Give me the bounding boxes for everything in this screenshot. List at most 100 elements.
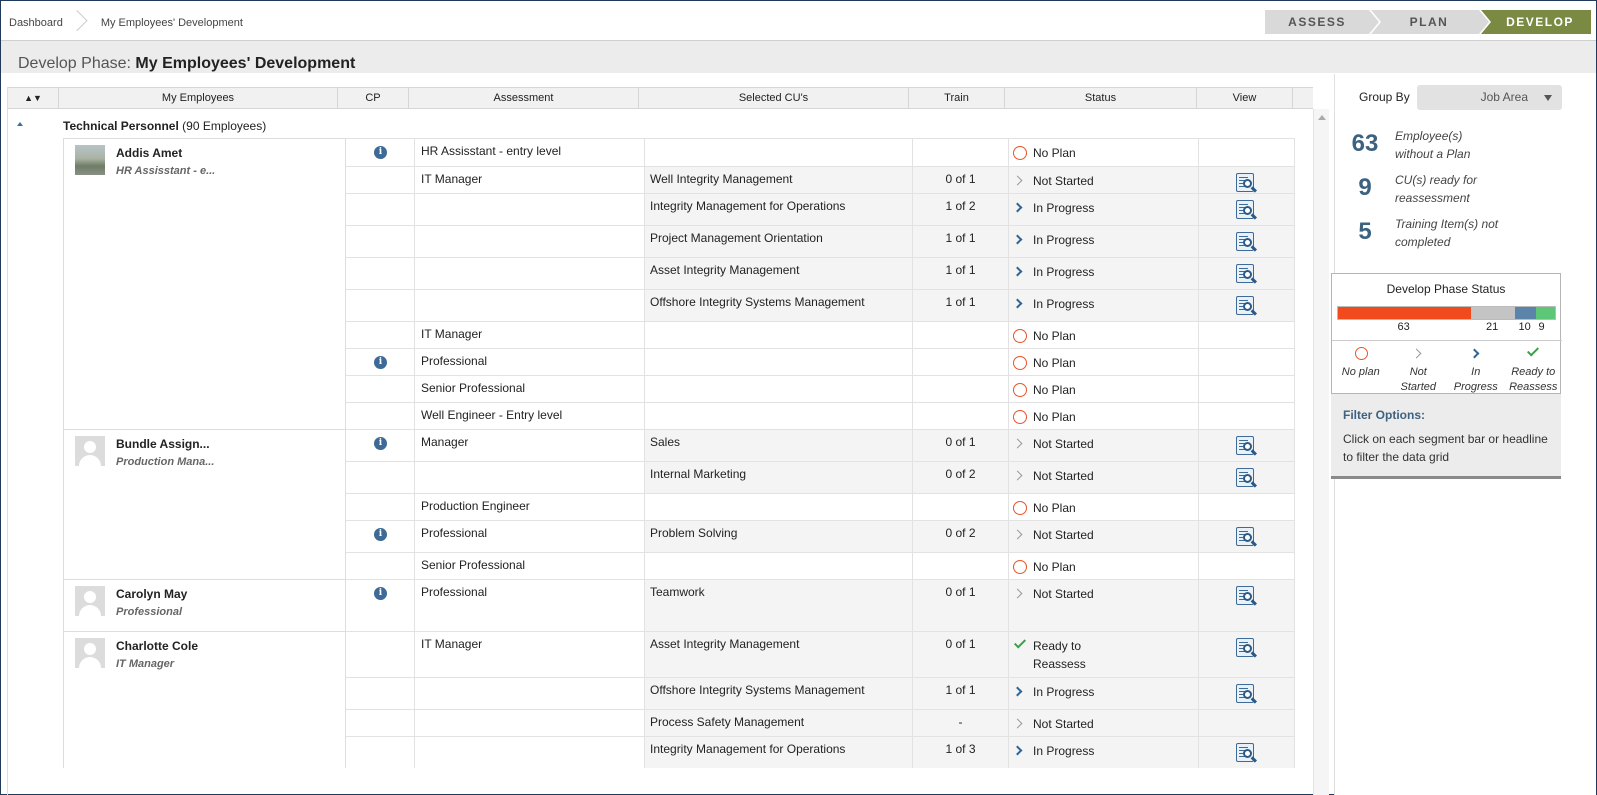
status-text: Not Started <box>1033 437 1094 451</box>
cu-cell: Project Management Orientation <box>645 226 913 257</box>
kpi-cus-ready[interactable]: 9 CU(s) ready for reassessment <box>1345 170 1585 210</box>
in-progress-chevron-icon <box>1012 745 1023 756</box>
legend-line1: Ready to <box>1511 366 1556 378</box>
status-text: Not Started <box>1033 528 1094 542</box>
status-text: In Progress <box>1033 265 1095 279</box>
collapse-triangle-icon[interactable] <box>17 122 23 126</box>
status-segment-bar <box>1337 306 1556 320</box>
col-view[interactable]: View <box>1197 88 1293 108</box>
view-details-icon[interactable] <box>1234 585 1258 607</box>
info-icon[interactable]: i <box>374 356 387 369</box>
table-row: Senior Professional No Plan <box>346 552 1295 579</box>
not-started-chevron-icon <box>1012 588 1023 599</box>
view-details-icon[interactable] <box>1234 526 1258 548</box>
col-my-employees[interactable]: My Employees <box>59 88 338 108</box>
cu-cell: Asset Integrity Management <box>645 258 913 289</box>
table-row: Offshore Integrity Systems Management 1 o… <box>346 677 1295 709</box>
status-cell: In Progress <box>1009 678 1199 709</box>
status-cell: Not Started <box>1009 462 1199 493</box>
assessment-cell: IT Manager <box>415 322 645 348</box>
employee-name[interactable]: Charlotte Cole <box>116 639 198 653</box>
grid-scrollbar[interactable] <box>1313 109 1329 795</box>
col-status[interactable]: Status <box>1005 88 1197 108</box>
col-train[interactable]: Train <box>909 88 1005 108</box>
employee-cell[interactable]: Charlotte Cole IT Manager <box>63 631 346 768</box>
table-row: Well Engineer - Entry level No Plan <box>346 402 1295 429</box>
employee-cell[interactable]: Carolyn May Professional <box>63 579 346 631</box>
breadcrumb: Dashboard My Employees' Development <box>9 12 257 34</box>
view-cell <box>1199 580 1295 631</box>
col-cp[interactable]: CP <box>338 88 409 108</box>
legend-ready-icon <box>1527 344 1540 357</box>
view-details-icon[interactable] <box>1234 637 1258 659</box>
kpi-line1: Training Item(s) not <box>1395 217 1499 231</box>
view-cell <box>1199 678 1295 709</box>
view-details-icon[interactable] <box>1234 683 1258 705</box>
filter-title: Filter Options: <box>1343 408 1425 422</box>
not-started-chevron-icon <box>1012 529 1023 540</box>
employee-role: HR Assisstant - e... <box>116 165 216 177</box>
cp-cell <box>346 226 415 257</box>
status-cell: In Progress <box>1009 226 1199 257</box>
view-details-icon[interactable] <box>1234 172 1258 194</box>
view-cell <box>1199 737 1295 768</box>
view-details-icon[interactable] <box>1234 263 1258 285</box>
assessment-cell <box>415 737 645 768</box>
table-row: i Professional No Plan <box>346 348 1295 375</box>
avatar <box>75 638 105 668</box>
cp-cell <box>346 494 415 520</box>
view-details-icon[interactable] <box>1234 742 1258 764</box>
kpi-training-not-completed[interactable]: 5 Training Item(s) not completed <box>1345 214 1585 254</box>
train-cell: 0 of 2 <box>913 521 1009 552</box>
phase-assess[interactable]: ASSESS <box>1265 10 1379 34</box>
phase-plan[interactable]: PLAN <box>1371 10 1489 34</box>
view-details-icon[interactable] <box>1234 467 1258 489</box>
view-details-icon[interactable] <box>1234 231 1258 253</box>
view-cell <box>1199 290 1295 321</box>
legend-ready[interactable]: Ready to Reassess <box>1505 341 1563 395</box>
view-details-icon[interactable] <box>1234 435 1258 457</box>
view-cell <box>1199 167 1295 193</box>
status-segment-inprogress[interactable] <box>1515 307 1536 319</box>
status-segment-ready[interactable] <box>1536 307 1555 319</box>
col-assessment[interactable]: Assessment <box>409 88 639 108</box>
status-segment-notstarted[interactable] <box>1471 307 1515 319</box>
employee-name[interactable]: Addis Amet <box>116 146 182 160</box>
employee-cell[interactable]: Bundle Assign... Production Mana... <box>63 429 346 579</box>
no-plan-icon <box>1013 383 1027 397</box>
groupby-select[interactable]: Job Area <box>1417 85 1562 110</box>
group-label: Technical Personnel (90 Employees) <box>63 119 266 133</box>
group-row[interactable]: Technical Personnel (90 Employees) <box>8 110 1313 138</box>
table-row: IT Manager Asset Integrity Management 0 of… <box>346 631 1295 677</box>
legend-inprogress[interactable]: In Progress <box>1447 341 1505 395</box>
info-icon[interactable]: i <box>374 146 387 159</box>
legend-noplan[interactable]: No plan <box>1332 341 1390 395</box>
table-row: Integrity Management for Operations 1 of … <box>346 193 1295 225</box>
legend-notstarted[interactable]: Not Started <box>1390 341 1448 395</box>
employee-cell[interactable]: Addis Amet HR Assisstant - e... <box>63 138 346 429</box>
cp-cell <box>346 290 415 321</box>
view-details-icon[interactable] <box>1234 199 1258 221</box>
status-segment-noplan[interactable] <box>1338 307 1471 319</box>
table-row: Asset Integrity Management 1 of 1 In Progr… <box>346 257 1295 289</box>
assessment-cell: IT Manager <box>415 632 645 677</box>
sort-toggle[interactable]: ▲▼ <box>8 88 59 108</box>
cu-cell: Offshore Integrity Systems Management <box>645 678 913 709</box>
info-icon[interactable]: i <box>374 437 387 450</box>
table-row: i Professional Problem Solving 0 of 2 Not St… <box>346 520 1295 552</box>
assessment-cell: Production Engineer <box>415 494 645 520</box>
col-selected-cus[interactable]: Selected CU's <box>639 88 909 108</box>
scroll-up-icon[interactable] <box>1318 115 1326 120</box>
info-icon[interactable]: i <box>374 528 387 541</box>
employee-name[interactable]: Carolyn May <box>116 587 187 601</box>
cu-cell <box>645 403 913 429</box>
status-text: Not Started <box>1033 587 1094 601</box>
view-details-icon[interactable] <box>1234 295 1258 317</box>
not-started-chevron-icon <box>1012 175 1023 186</box>
info-icon[interactable]: i <box>374 587 387 600</box>
kpi-employees-without-plan[interactable]: 63 Employee(s) without a Plan <box>1345 126 1585 166</box>
employee-name[interactable]: Bundle Assign... <box>116 437 210 451</box>
assessment-cell: Senior Professional <box>415 553 645 579</box>
page-title: Develop Phase: My Employees' Development <box>18 55 355 73</box>
phase-develop[interactable]: DEVELOP <box>1481 10 1591 34</box>
